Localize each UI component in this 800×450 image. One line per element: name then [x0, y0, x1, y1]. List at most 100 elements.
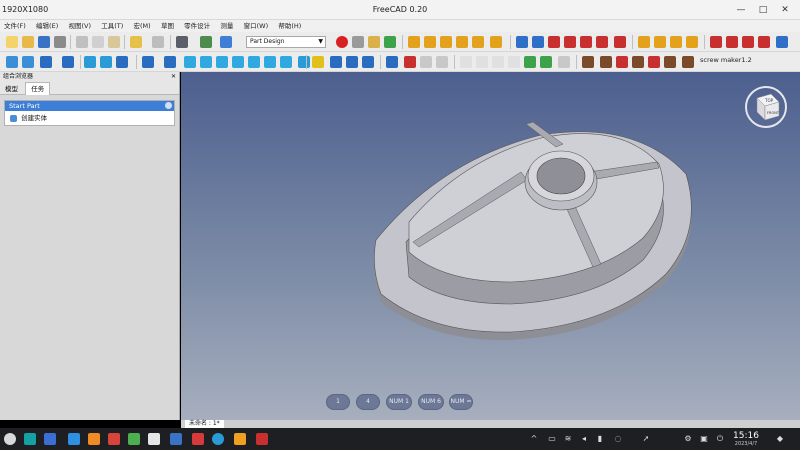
battery-icon[interactable]: ▮: [596, 435, 604, 443]
taskbar-app-icon[interactable]: [170, 433, 182, 445]
revolution-icon[interactable]: [424, 36, 436, 48]
draft-icon[interactable]: [742, 36, 754, 48]
taskbar-app-icon[interactable]: [68, 433, 80, 445]
stop-macro-icon[interactable]: [352, 36, 364, 48]
numpad-button-num6[interactable]: NUM 6: [418, 394, 444, 410]
menu-help[interactable]: 帮助(H): [274, 20, 305, 32]
refresh-icon[interactable]: [176, 36, 188, 48]
clock[interactable]: 15:16 2023/4/7: [728, 431, 764, 447]
power-icon[interactable]: ⏻: [716, 435, 724, 443]
body-create-icon[interactable]: [386, 56, 398, 68]
minimize-button[interactable]: —: [734, 3, 748, 17]
draw-style-icon[interactable]: [40, 56, 52, 68]
fit-selection-icon[interactable]: [22, 56, 34, 68]
bottom-view-icon[interactable]: [264, 56, 276, 68]
zoom-icon[interactable]: [142, 56, 154, 68]
macro-edit-icon[interactable]: [368, 36, 380, 48]
groove-icon[interactable]: [548, 36, 560, 48]
settings-icon[interactable]: ⚙: [684, 435, 692, 443]
taskbar-app-icon[interactable]: [108, 433, 120, 445]
menu-window[interactable]: 窗口(W): [240, 20, 273, 32]
forward-arrow-icon[interactable]: [100, 56, 112, 68]
menu-measure[interactable]: 测量: [216, 20, 237, 32]
additive-pipe-icon[interactable]: [456, 36, 468, 48]
part-icon[interactable]: [312, 56, 324, 68]
cut-icon[interactable]: [76, 36, 88, 48]
taskbar-app-icon[interactable]: [212, 433, 224, 445]
left-view-icon[interactable]: [280, 56, 292, 68]
whats-this-icon[interactable]: [220, 36, 232, 48]
run-macro-icon[interactable]: [384, 36, 396, 48]
bolt-icon[interactable]: [632, 56, 644, 68]
multitransform-icon[interactable]: [686, 36, 698, 48]
taskbar-app-icon[interactable]: [24, 433, 36, 445]
taskbar-app-icon[interactable]: [128, 433, 140, 445]
menu-tools[interactable]: 工具(T): [97, 20, 127, 32]
taskbar-app-icon[interactable]: [88, 433, 100, 445]
nut-icon[interactable]: [600, 56, 612, 68]
top-view-icon[interactable]: [216, 56, 228, 68]
pocket-icon[interactable]: [516, 36, 528, 48]
linear-pattern-icon[interactable]: [654, 36, 666, 48]
menu-file[interactable]: 文件(F): [0, 20, 30, 32]
clone-icon[interactable]: [558, 56, 570, 68]
navigation-cube[interactable]: TOP FRONT: [741, 82, 791, 132]
taskbar-app-icon[interactable]: [44, 433, 56, 445]
redo-icon[interactable]: [152, 36, 164, 48]
hole-screw-icon[interactable]: [682, 56, 694, 68]
tab-model[interactable]: 模型: [0, 83, 23, 96]
sketch-attach-icon[interactable]: [420, 56, 432, 68]
document-tab[interactable]: 未命名 : 1*: [185, 420, 224, 428]
collapse-icon[interactable]: [165, 102, 172, 109]
freecad-taskbar-icon[interactable]: [256, 433, 268, 445]
subtractive-primitive-icon[interactable]: [614, 36, 626, 48]
bounding-box-icon[interactable]: [62, 56, 74, 68]
additive-helix-icon[interactable]: [472, 36, 484, 48]
washer-icon[interactable]: [616, 56, 628, 68]
fastener-icon[interactable]: [664, 56, 676, 68]
sketch-icon[interactable]: [404, 56, 416, 68]
datum-line-icon[interactable]: [476, 56, 488, 68]
polar-pattern-icon[interactable]: [670, 36, 682, 48]
thickness-icon[interactable]: [758, 36, 770, 48]
fit-all-icon[interactable]: [6, 56, 18, 68]
chevron-up-icon[interactable]: ^: [530, 435, 538, 443]
subtractive-pipe-icon[interactable]: [580, 36, 592, 48]
taskbar-app-icon[interactable]: [148, 433, 160, 445]
shape-binder-icon[interactable]: [524, 56, 536, 68]
speaker-icon[interactable]: ◂: [580, 435, 588, 443]
record-macro-icon[interactable]: [336, 36, 348, 48]
wifi-icon[interactable]: ≋: [564, 435, 572, 443]
datum-point-icon[interactable]: [460, 56, 472, 68]
additive-primitive-icon[interactable]: [490, 36, 502, 48]
group-icon[interactable]: [346, 56, 358, 68]
subshape-binder-icon[interactable]: [540, 56, 552, 68]
front-view-icon[interactable]: [200, 56, 212, 68]
mirrored-icon[interactable]: [638, 36, 650, 48]
subtractive-helix-icon[interactable]: [596, 36, 608, 48]
link-group-icon[interactable]: [362, 56, 374, 68]
display-icon[interactable]: ▭: [548, 435, 556, 443]
menu-macro[interactable]: 宏(M): [130, 20, 155, 32]
menu-sketch[interactable]: 草图: [157, 20, 178, 32]
print-icon[interactable]: [54, 36, 66, 48]
open-file-icon[interactable]: [22, 36, 34, 48]
start-icon[interactable]: [4, 433, 16, 445]
close-button[interactable]: ✕: [778, 3, 792, 17]
numpad-button-1[interactable]: 1: [326, 394, 350, 410]
workbench-combo[interactable]: Part Design ▼: [246, 36, 326, 48]
datum-plane-icon[interactable]: [492, 56, 504, 68]
rear-view-icon[interactable]: [248, 56, 260, 68]
link-icon[interactable]: [116, 56, 128, 68]
taskbar-app-icon[interactable]: [234, 433, 246, 445]
measure-icon[interactable]: [298, 56, 310, 68]
cursor-icon[interactable]: ➚: [642, 435, 650, 443]
fillet-icon[interactable]: [710, 36, 722, 48]
menu-view[interactable]: 视图(V): [64, 20, 95, 32]
tab-tasks[interactable]: 任务: [25, 82, 51, 95]
boolean-icon[interactable]: [776, 36, 788, 48]
pad-icon[interactable]: [408, 36, 420, 48]
copy-icon[interactable]: [92, 36, 104, 48]
right-view-icon[interactable]: [232, 56, 244, 68]
body-icon[interactable]: [330, 56, 342, 68]
